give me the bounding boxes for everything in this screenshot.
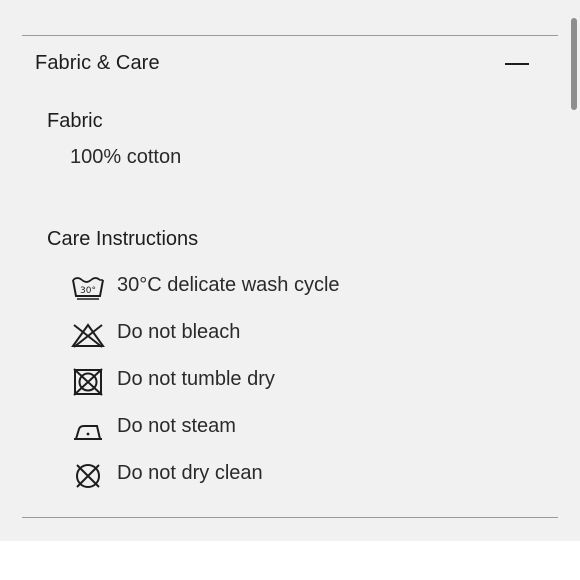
- care-item-dry-clean: Do not dry clean: [68, 458, 548, 505]
- care-item-tumble-dry: Do not tumble dry: [68, 364, 548, 411]
- minus-icon[interactable]: [505, 52, 531, 76]
- fabric-value: 100% cotton: [70, 146, 182, 168]
- care-item-label: Do not bleach: [117, 321, 241, 343]
- accordion-title: Fabric & Care: [35, 52, 160, 74]
- care-instructions-list: 30° 30°C delicate wash cycle Do not blea…: [68, 270, 548, 505]
- no-bleach-icon: [70, 321, 106, 349]
- no-steam-iron-icon: [70, 415, 106, 443]
- care-item-label: Do not tumble dry: [117, 368, 275, 390]
- care-item-label: Do not dry clean: [117, 462, 263, 484]
- care-instructions-heading: Care Instructions: [47, 228, 199, 250]
- care-item-label: 30°C delicate wash cycle: [117, 274, 340, 296]
- no-dry-clean-icon: [70, 462, 106, 490]
- care-item-wash: 30° 30°C delicate wash cycle: [68, 270, 548, 317]
- care-item-bleach: Do not bleach: [68, 317, 548, 364]
- bottom-divider: [22, 517, 558, 518]
- fabric-care-accordion-header[interactable]: Fabric & Care: [22, 36, 558, 92]
- svg-text:30°: 30°: [80, 286, 96, 296]
- scrollbar-thumb[interactable]: [571, 18, 577, 110]
- wash-30-delicate-icon: 30°: [70, 274, 106, 302]
- fabric-care-panel: Fabric & Care Fabric 100% cotton Care In…: [0, 0, 580, 541]
- no-tumble-dry-icon: [70, 368, 106, 396]
- care-item-steam: Do not steam: [68, 411, 548, 458]
- care-item-label: Do not steam: [117, 415, 236, 437]
- fabric-heading: Fabric: [47, 110, 103, 132]
